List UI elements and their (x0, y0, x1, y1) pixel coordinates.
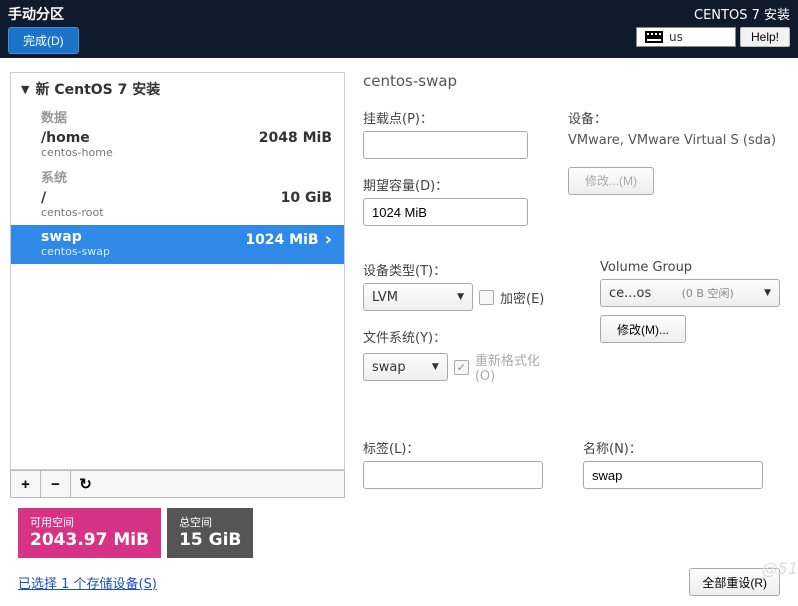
mount-item-home[interactable]: /home centos-home 2048 MiB (11, 126, 344, 165)
encrypt-label: 加密(E) (500, 288, 544, 307)
device-type-label: 设备类型(T)： (363, 260, 560, 279)
mount-item-swap[interactable]: swap centos-swap 1024 MiB › (11, 225, 344, 264)
storage-devices-link[interactable]: 已选择 1 个存储设备(S) (18, 573, 157, 592)
capacity-input[interactable] (363, 198, 528, 226)
modify-vg-button[interactable]: 修改(M)... (600, 315, 686, 343)
section-data: 数据 (11, 105, 344, 126)
reload-button[interactable]: ↻ (70, 470, 100, 498)
mount-point-input[interactable] (363, 131, 528, 159)
tree-root-label: 新 CentOS 7 安装 (35, 79, 160, 99)
tree-root[interactable]: ▼ 新 CentOS 7 安装 (11, 73, 344, 105)
capacity-label: 期望容量(D)： (363, 175, 528, 194)
name-label: 名称(N)： (583, 438, 763, 457)
keyboard-indicator[interactable]: us (636, 27, 736, 47)
done-button[interactable]: 完成(D) (8, 27, 79, 54)
partition-tree: ▼ 新 CentOS 7 安装 数据 /home centos-home 204… (10, 72, 345, 470)
device-text: VMware, VMware Virtual S (sda) (568, 131, 776, 151)
device-label: 设备： (568, 108, 776, 127)
header-bar: 手动分区 完成(D) CENTOS 7 安装 us Help! (0, 0, 798, 58)
chevron-down-icon: ▼ (764, 288, 771, 298)
chevron-right-icon: › (325, 229, 332, 250)
tag-input[interactable] (363, 461, 543, 489)
add-partition-button[interactable]: + (10, 470, 40, 498)
detail-title: centos-swap (363, 72, 780, 90)
device-type-select[interactable]: LVM ▼ (363, 283, 473, 311)
keyboard-icon (645, 31, 663, 43)
reformat-label: 重新格式化(O) (475, 350, 560, 384)
install-title: CENTOS 7 安装 (636, 4, 790, 23)
page-title: 手动分区 (8, 4, 79, 24)
chevron-down-icon: ▼ (21, 83, 29, 96)
name-input[interactable] (583, 461, 763, 489)
keyboard-layout: us (669, 30, 683, 44)
vg-label: Volume Group (600, 260, 780, 275)
vg-select[interactable]: ce...os (0 B 空闲) ▼ (600, 279, 780, 307)
reformat-checkbox[interactable] (454, 360, 469, 375)
encrypt-checkbox[interactable] (479, 290, 494, 305)
filesystem-select[interactable]: swap ▼ (363, 353, 448, 381)
section-system: 系统 (11, 165, 344, 186)
tag-label: 标签(L)： (363, 438, 543, 457)
mount-point-label: 挂载点(P)： (363, 108, 528, 127)
remove-partition-button[interactable]: − (40, 470, 70, 498)
filesystem-label: 文件系统(Y)： (363, 327, 560, 346)
chevron-down-icon: ▼ (457, 292, 464, 302)
available-space-card: 可用空间 2043.97 MiB (18, 508, 161, 558)
modify-device-button[interactable]: 修改...(M) (568, 167, 654, 195)
mount-item-root[interactable]: / centos-root 10 GiB (11, 186, 344, 225)
chevron-down-icon: ▼ (432, 362, 439, 372)
help-button[interactable]: Help! (740, 27, 790, 47)
reset-all-button[interactable]: 全部重设(R) (689, 568, 780, 596)
partition-toolbar: + − ↻ (10, 470, 345, 498)
total-space-card: 总空间 15 GiB (167, 508, 253, 558)
